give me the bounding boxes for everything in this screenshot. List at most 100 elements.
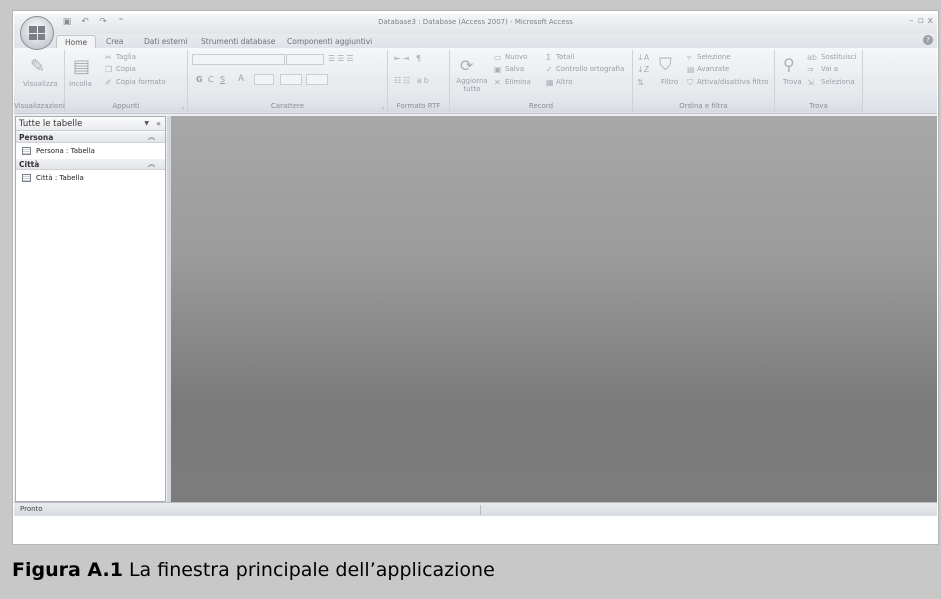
aggiorna-tutto-button[interactable]: Aggiorna tutto [454,77,490,93]
totals-icon: Σ [546,53,552,62]
tab-strumenti-database[interactable]: Strumenti database [201,35,275,48]
list-icons[interactable]: ☷☷ ab [394,76,431,85]
goto-icon: ⇒ [807,65,814,74]
font-name-select[interactable] [192,54,285,65]
select-icon: ⇲ [807,78,814,87]
bold-button[interactable]: G [196,75,203,84]
tab-dati-esterni[interactable]: Dati esterni [144,35,188,48]
group-label: Ordina e filtra [633,101,774,112]
spelling-icon: ✓ [546,65,553,74]
nuovo-button[interactable]: Nuovo [505,53,527,61]
view-icon: ✎ [30,56,46,77]
group-label: Carattere [188,101,387,112]
bottom-margin [14,516,937,541]
minimize-button[interactable]: – [909,16,914,26]
incolla-button[interactable]: Incolla [69,80,92,88]
group-label: Record [450,101,632,112]
workspace-area [171,116,937,502]
copia-formato-button[interactable]: Copia formato [116,78,166,86]
figure-caption: Figura A.1 La finestra principale dell’a… [12,559,495,581]
vai-a-button[interactable]: Vai a [821,65,838,73]
clear-sort-icon[interactable]: ⇅ [637,78,644,87]
sostituisci-button[interactable]: Sostituisci [821,53,857,61]
group-formato-rtf: ⇤⇥ ¶ ☷☷ ab Formato RTF [388,50,450,112]
chevron-down-icon[interactable]: ▼ [144,117,149,131]
filter-icon: ⛉ [659,55,672,75]
paste-icon: ▤ [73,56,91,77]
trova-button[interactable]: Trova [783,78,802,86]
collapse-group-icon[interactable]: ︽ [148,132,155,143]
avanzate-button[interactable]: Avanzate [697,65,729,73]
indent-icons[interactable]: ⇤⇥ ¶ [394,54,423,63]
save-record-icon: ▣ [494,65,502,74]
sort-asc-icon[interactable]: ↓A [637,53,649,62]
align-icons[interactable]: ☰☰☰ [328,54,356,63]
window-controls: – ▫ x [909,16,933,26]
underline-button[interactable]: S [220,75,225,84]
title-bar: ▣ ↶ ↷ ⁼ Database3 : Database (Access 200… [14,14,937,34]
cut-icon: ✂ [105,53,112,62]
visualizza-button[interactable]: Visualizza [23,80,57,88]
group-ordina-filtra: ↓A ↓Z ⇅ ⛉ Filtro ▿ Selezione ▤ Avanzate … [633,50,775,112]
selezione-button[interactable]: Selezione [697,53,731,61]
tab-home[interactable]: Home [56,35,97,48]
copy-icon: ❐ [105,65,113,74]
font-color-button[interactable]: A [238,74,244,84]
group-label: Trova [775,101,862,112]
nav-item-persona-table[interactable]: Persona : Tabella [22,145,95,157]
advanced-icon: ▤ [687,65,695,74]
seleziona-button[interactable]: Seleziona [821,78,855,86]
status-separator [480,505,481,515]
more-icon: ▦ [546,78,554,87]
salva-button[interactable]: Salva [505,65,524,73]
toggle-filter-icon: ⛉ [687,78,693,87]
navigation-pane: Tutte le tabelle ▼ « Persona ︽ Persona :… [15,116,166,502]
dialog-launcher-icon[interactable]: ⌟ [381,103,384,110]
nav-group-persona[interactable]: Persona ︽ [16,132,165,143]
replace-icon: ab [807,53,817,62]
italic-button[interactable]: C [208,75,214,84]
group-carattere: ☰☰☰ G C S A Carattere ⌟ [188,50,388,112]
copia-button[interactable]: Copia [116,65,136,73]
group-label: Visualizzazioni [14,101,65,112]
tab-componenti-aggiuntivi[interactable]: Componenti aggiuntivi [287,35,372,48]
office-logo-icon [29,26,45,40]
controllo-ortografia-button[interactable]: Controllo ortografia [556,65,624,73]
alt-fill-button[interactable] [306,74,328,85]
access-window: ▣ ↶ ↷ ⁼ Database3 : Database (Access 200… [14,14,937,541]
filtro-button[interactable]: Filtro [661,78,678,86]
sort-desc-icon[interactable]: ↓Z [637,65,649,74]
nav-group-citta[interactable]: Città ︽ [16,159,165,170]
restore-button[interactable]: ▫ [918,16,924,26]
selection-icon: ▿ [687,53,692,62]
dialog-launcher-icon[interactable]: ⌟ [181,103,184,110]
altro-button[interactable]: Altro [556,78,573,86]
collapse-pane-icon[interactable]: « [156,117,161,131]
group-appunti: ▤ Incolla ✂ Taglia ❐ Copia ✐ Copia forma… [65,50,188,112]
fill-color-button[interactable] [254,74,274,85]
gridlines-button[interactable] [280,74,302,85]
table-icon [22,147,31,155]
table-icon [22,174,31,182]
collapse-group-icon[interactable]: ︽ [148,159,155,170]
group-record: ⟳ Aggiorna tutto ▭ Nuovo ▣ Salva ✕ Elimi… [450,50,633,112]
taglia-button[interactable]: Taglia [116,53,136,61]
window-title: Database3 : Database (Access 2007) - Mic… [378,18,573,26]
totali-button[interactable]: Totali [556,53,574,61]
ribbon-tabs: Home Crea Dati esterni Strumenti databas… [14,34,937,48]
office-button[interactable] [20,16,54,50]
caption-text: La finestra principale dell’applicazione [122,559,495,581]
nav-item-citta-table[interactable]: Città : Tabella [22,172,84,184]
nav-pane-title: Tutte le tabelle [19,119,83,129]
tab-crea[interactable]: Crea [106,35,123,48]
delete-icon: ✕ [494,78,501,87]
group-trova: ⚲ Trova ab Sostituisci ⇒ Vai a ⇲ Selezio… [775,50,863,112]
close-button[interactable]: x [928,16,933,26]
help-icon[interactable]: ? [923,35,933,45]
font-size-select[interactable] [286,54,324,65]
attiva-disattiva-filtro-button[interactable]: Attiva/disattiva filtro [697,78,768,86]
nav-pane-header[interactable]: Tutte le tabelle ▼ « [16,117,165,131]
elimina-button[interactable]: Elimina [505,78,531,86]
group-label: Appunti [65,101,187,112]
group-label: Formato RTF [388,101,449,112]
